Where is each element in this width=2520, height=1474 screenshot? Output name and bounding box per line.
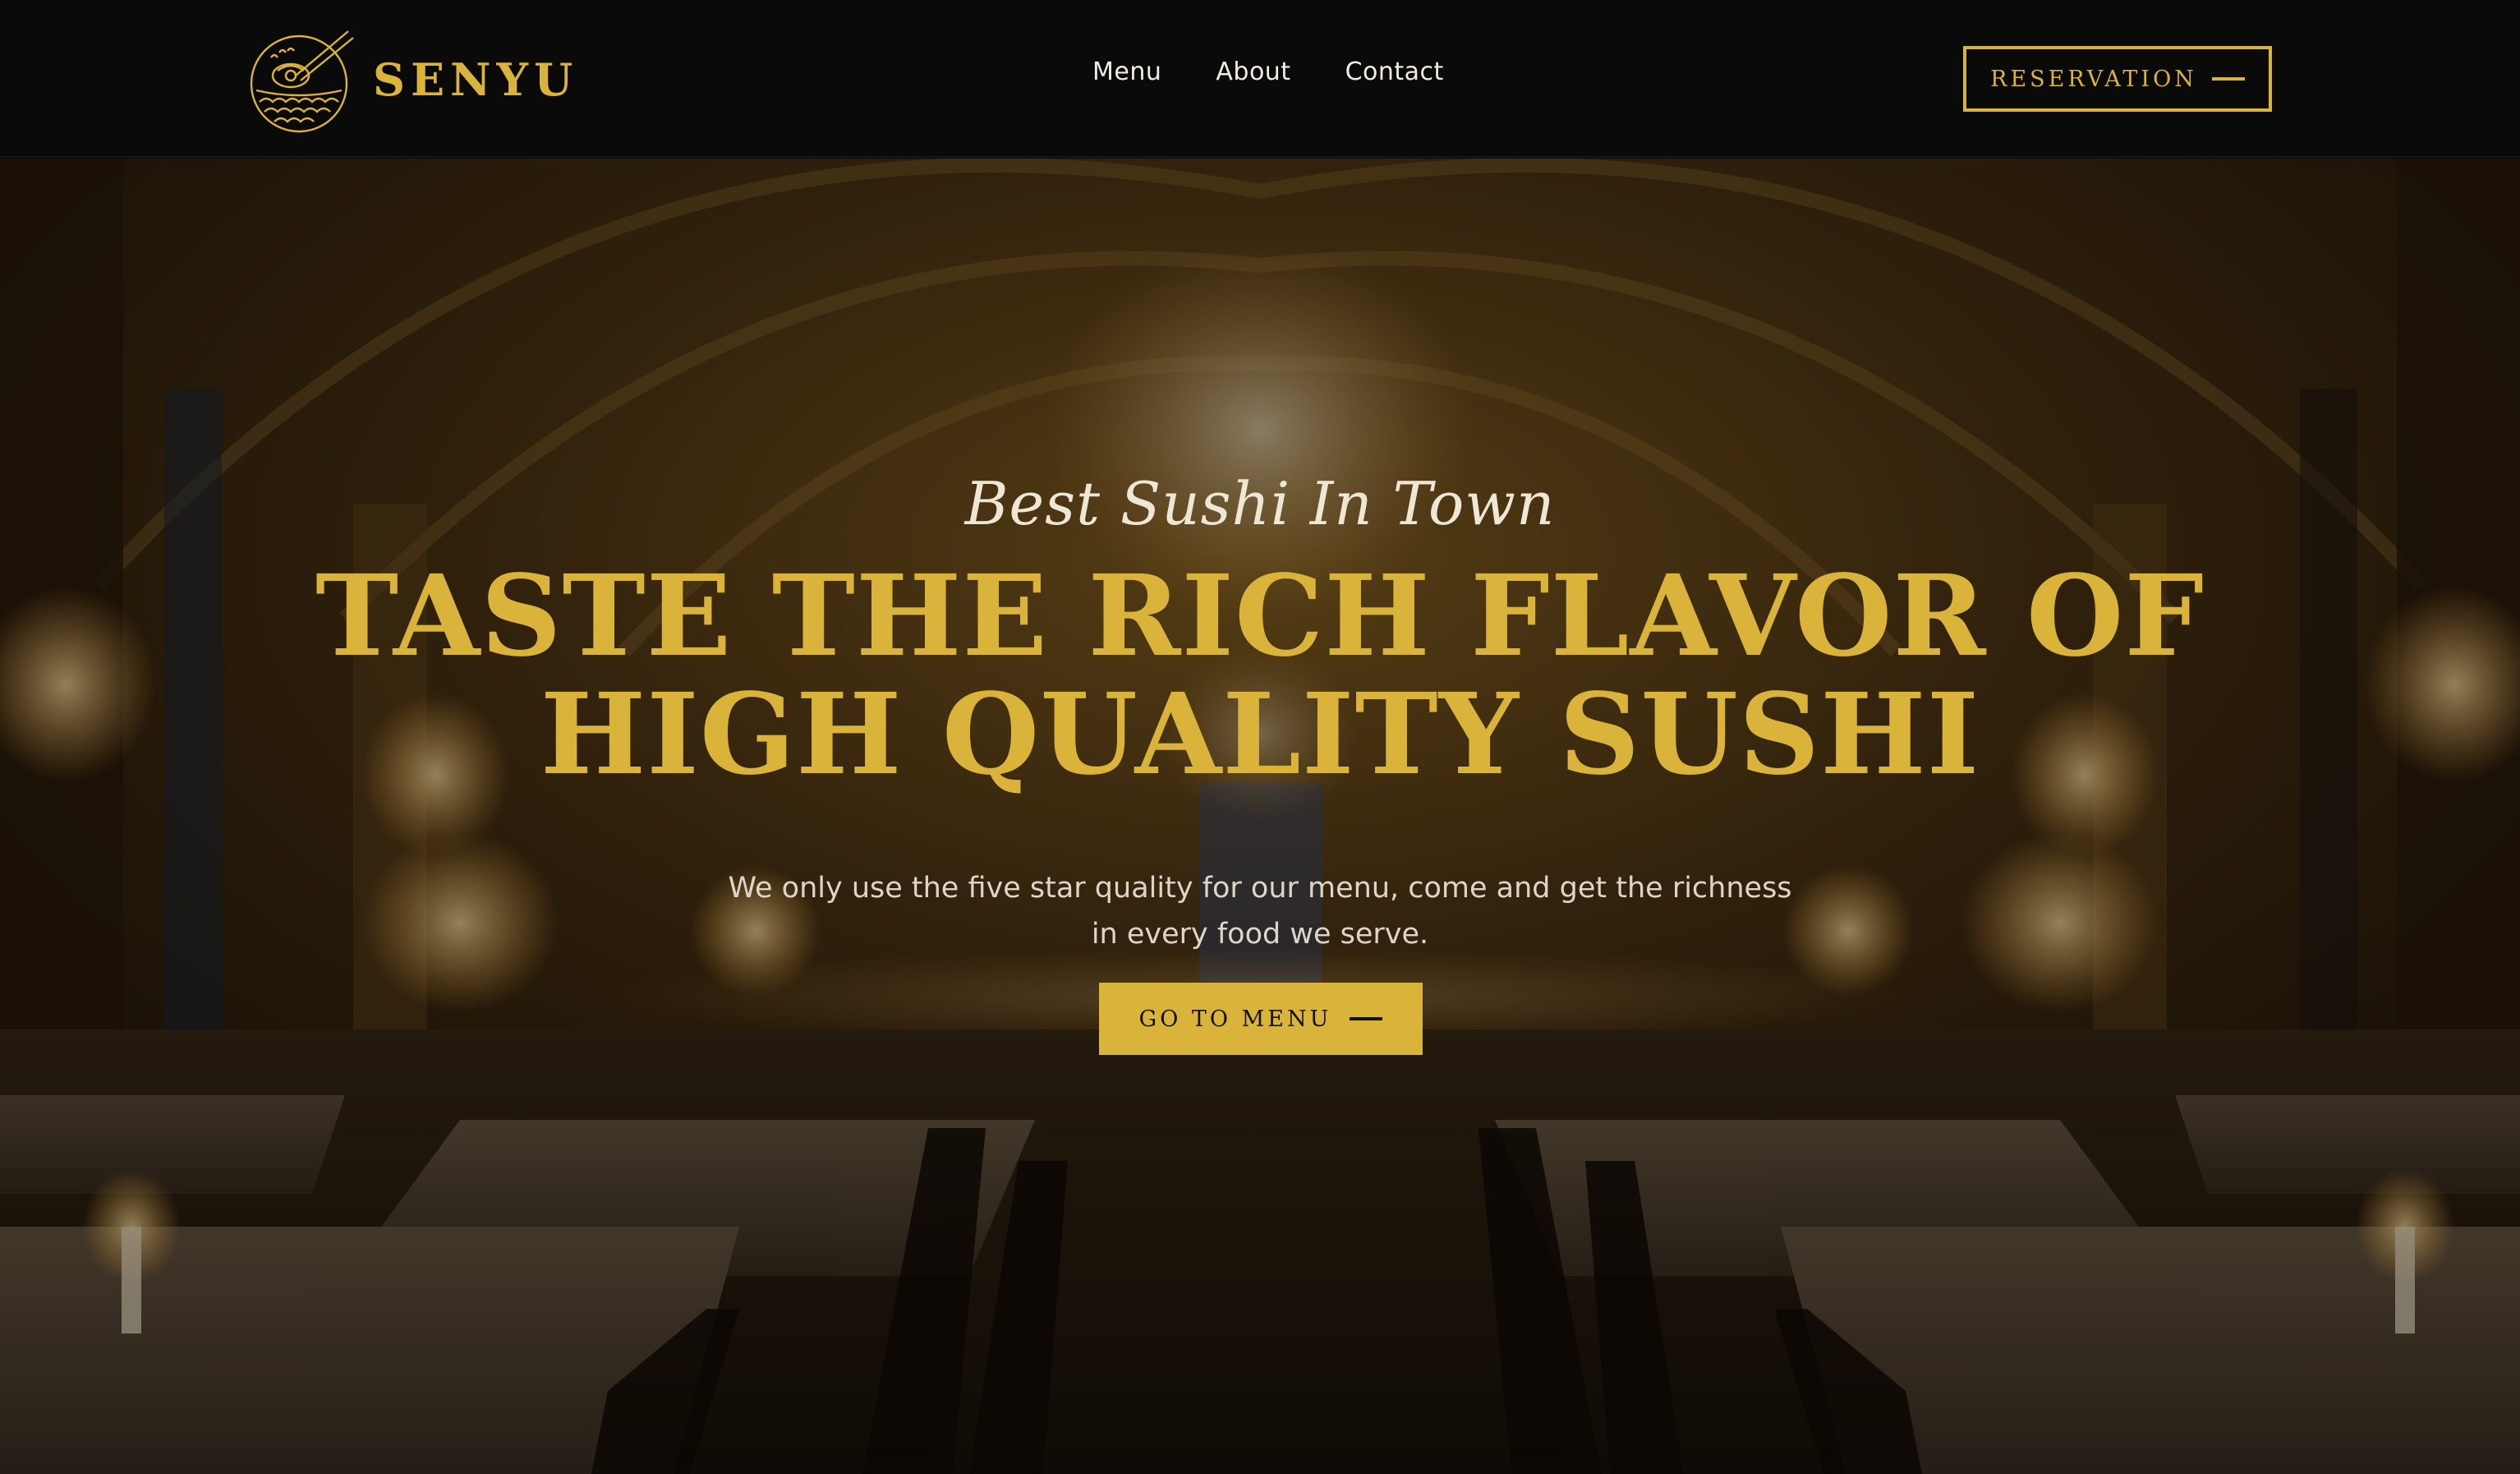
hero-headline-line-1: TASTE THE RICH FLAVOR OF <box>315 550 2205 682</box>
hero-headline-line-2: HIGH QUALITY SUSHI <box>540 669 1980 800</box>
sushi-bowl-chopsticks-icon <box>250 30 354 133</box>
hero-subtext: We only use the five star quality for ou… <box>728 872 1792 951</box>
brand-logo[interactable]: SENYU <box>246 25 578 135</box>
go-to-menu-button[interactable]: GO TO MENU <box>1099 983 1423 1055</box>
page: SENYU Menu About Contact RESERVATION Bes… <box>0 0 2520 1474</box>
site-header: SENYU Menu About Contact RESERVATION <box>0 0 2520 158</box>
nav-item-contact[interactable]: Contact <box>1345 58 1444 86</box>
brand-name: SENYU <box>373 53 579 106</box>
hero-tagline: Best Sushi In Town <box>964 469 1556 538</box>
hero-content: Best Sushi In Town TASTE THE RICH FLAVOR… <box>0 159 2520 1474</box>
hero-section: Best Sushi In Town TASTE THE RICH FLAVOR… <box>0 159 2520 1474</box>
main-nav: Menu About Contact <box>1092 58 1444 86</box>
nav-item-menu[interactable]: Menu <box>1092 58 1161 86</box>
hero-headline: TASTE THE RICH FLAVOR OF HIGH QUALITY SU… <box>0 557 2520 794</box>
dash-arrow-icon <box>2211 77 2245 81</box>
dash-arrow-icon <box>1350 1017 1383 1020</box>
reservation-button-label: RESERVATION <box>1990 66 2197 92</box>
go-to-menu-button-label: GO TO MENU <box>1138 1006 1332 1032</box>
nav-item-about[interactable]: About <box>1216 58 1290 86</box>
reservation-button[interactable]: RESERVATION <box>1963 46 2272 112</box>
